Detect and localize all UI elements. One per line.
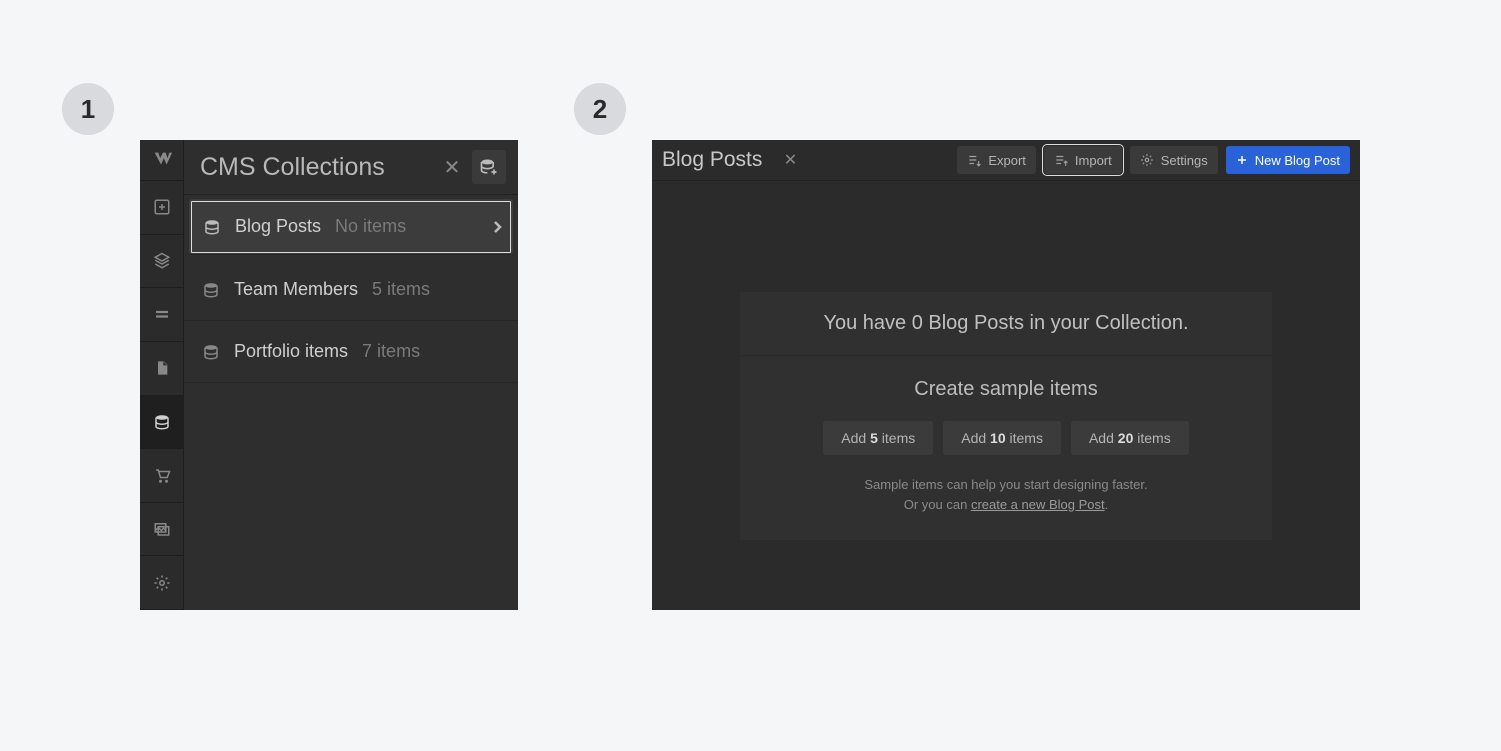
detail-title: Blog Posts <box>662 148 762 172</box>
empty-hint: Sample items can help you start designin… <box>762 475 1250 514</box>
collection-detail-panel: Blog Posts ✕ Export Import Settings New … <box>652 140 1360 610</box>
add-20-items-button[interactable]: Add 20 items <box>1071 421 1189 455</box>
rail-assets[interactable] <box>140 503 183 557</box>
rail-pages[interactable] <box>140 288 183 342</box>
collections-list: CMS Collections ✕ Blog Posts No items Te… <box>183 140 518 610</box>
webflow-logo[interactable] <box>140 140 183 181</box>
collection-name: Team Members <box>234 279 358 300</box>
collection-row-portfolio[interactable]: Portfolio items 7 items <box>184 321 518 383</box>
close-icon[interactable]: ✕ <box>776 146 804 174</box>
rail-settings[interactable] <box>140 556 183 610</box>
export-label: Export <box>988 153 1026 168</box>
collection-row-team-members[interactable]: Team Members 5 items <box>184 259 518 321</box>
step-badge-2: 2 <box>574 83 626 135</box>
add-collection-button[interactable] <box>472 150 506 184</box>
collection-name: Portfolio items <box>234 341 348 362</box>
chevron-right-icon <box>493 220 503 234</box>
add-5-items-button[interactable]: Add 5 items <box>823 421 933 455</box>
close-icon[interactable]: ✕ <box>438 153 466 181</box>
settings-button[interactable]: Settings <box>1130 146 1218 174</box>
settings-label: Settings <box>1161 153 1208 168</box>
collections-header: CMS Collections ✕ <box>184 140 518 195</box>
add-10-items-button[interactable]: Add 10 items <box>943 421 1061 455</box>
empty-state-card: You have 0 Blog Posts in your Collection… <box>740 292 1272 540</box>
collection-row-blog-posts[interactable]: Blog Posts No items <box>189 199 513 255</box>
rail-navigator[interactable] <box>140 235 183 289</box>
collection-name: Blog Posts <box>235 216 321 237</box>
collection-count: 5 items <box>372 279 430 300</box>
database-icon <box>202 343 220 361</box>
collections-title: CMS Collections <box>200 153 438 182</box>
step-badge-1: 1 <box>62 83 114 135</box>
left-rail <box>140 140 183 610</box>
import-button[interactable]: Import <box>1044 146 1122 174</box>
rail-add[interactable] <box>140 181 183 235</box>
rail-ecommerce[interactable] <box>140 449 183 503</box>
new-blog-post-button[interactable]: New Blog Post <box>1226 146 1350 174</box>
cms-collections-panel: CMS Collections ✕ Blog Posts No items Te… <box>140 140 518 610</box>
collection-count: No items <box>335 216 406 237</box>
database-icon <box>202 281 220 299</box>
empty-subtitle: Create sample items <box>762 378 1250 401</box>
import-label: Import <box>1075 153 1112 168</box>
new-item-label: New Blog Post <box>1255 153 1340 168</box>
empty-headline: You have 0 Blog Posts in your Collection… <box>740 292 1272 356</box>
create-new-post-link[interactable]: create a new Blog Post <box>971 497 1105 512</box>
collection-count: 7 items <box>362 341 420 362</box>
export-button[interactable]: Export <box>957 146 1036 174</box>
rail-file[interactable] <box>140 342 183 396</box>
rail-cms[interactable] <box>140 396 183 450</box>
detail-header: Blog Posts ✕ Export Import Settings New … <box>652 140 1360 181</box>
database-icon <box>203 218 221 236</box>
